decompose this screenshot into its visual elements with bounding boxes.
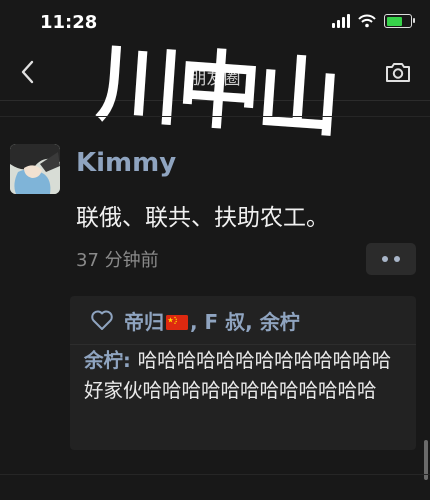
more-dots-button[interactable] [366,243,416,275]
overlay-caption: 川中山 [93,33,341,149]
battery-fill [386,16,402,26]
signal-icon [332,14,350,28]
status-icons [332,14,415,28]
liker-name[interactable]: 帝归 [124,310,164,334]
comment-author[interactable]: 余柠 [84,349,123,372]
more-dots-icon [394,256,400,262]
heart-outline-icon [91,310,113,330]
likes-row: 帝归 , F 叔, 余柠 [70,296,416,345]
post-text: 联俄、联共、扶助农工。 [76,205,329,231]
interactions-panel: 帝归 , F 叔, 余柠 余柠: 哈哈哈哈哈哈哈哈哈哈哈哈哈好家伙哈哈哈哈哈哈哈哈… [70,296,416,450]
comment-separator: : [123,349,138,372]
camera-icon[interactable] [384,60,412,84]
post-timestamp: 37 分钟前 [76,250,159,271]
battery-charging-icon [384,14,415,28]
divider [0,116,430,117]
comment[interactable]: 余柠: 哈哈哈哈哈哈哈哈哈哈哈哈哈好家伙哈哈哈哈哈哈哈哈哈哈哈哈 [84,346,410,406]
status-time: 11:28 [40,12,98,33]
post-author[interactable]: Kimmy [76,148,176,178]
wifi-icon [358,14,376,28]
avatar[interactable] [10,144,60,194]
likers-list: 帝归 , F 叔, 余柠 [124,306,300,335]
likers-rest[interactable]: , F 叔, 余柠 [190,310,300,334]
divider [0,474,430,475]
china-flag-icon [166,314,188,330]
avatar-image [10,144,60,194]
more-dots-icon [382,256,388,262]
